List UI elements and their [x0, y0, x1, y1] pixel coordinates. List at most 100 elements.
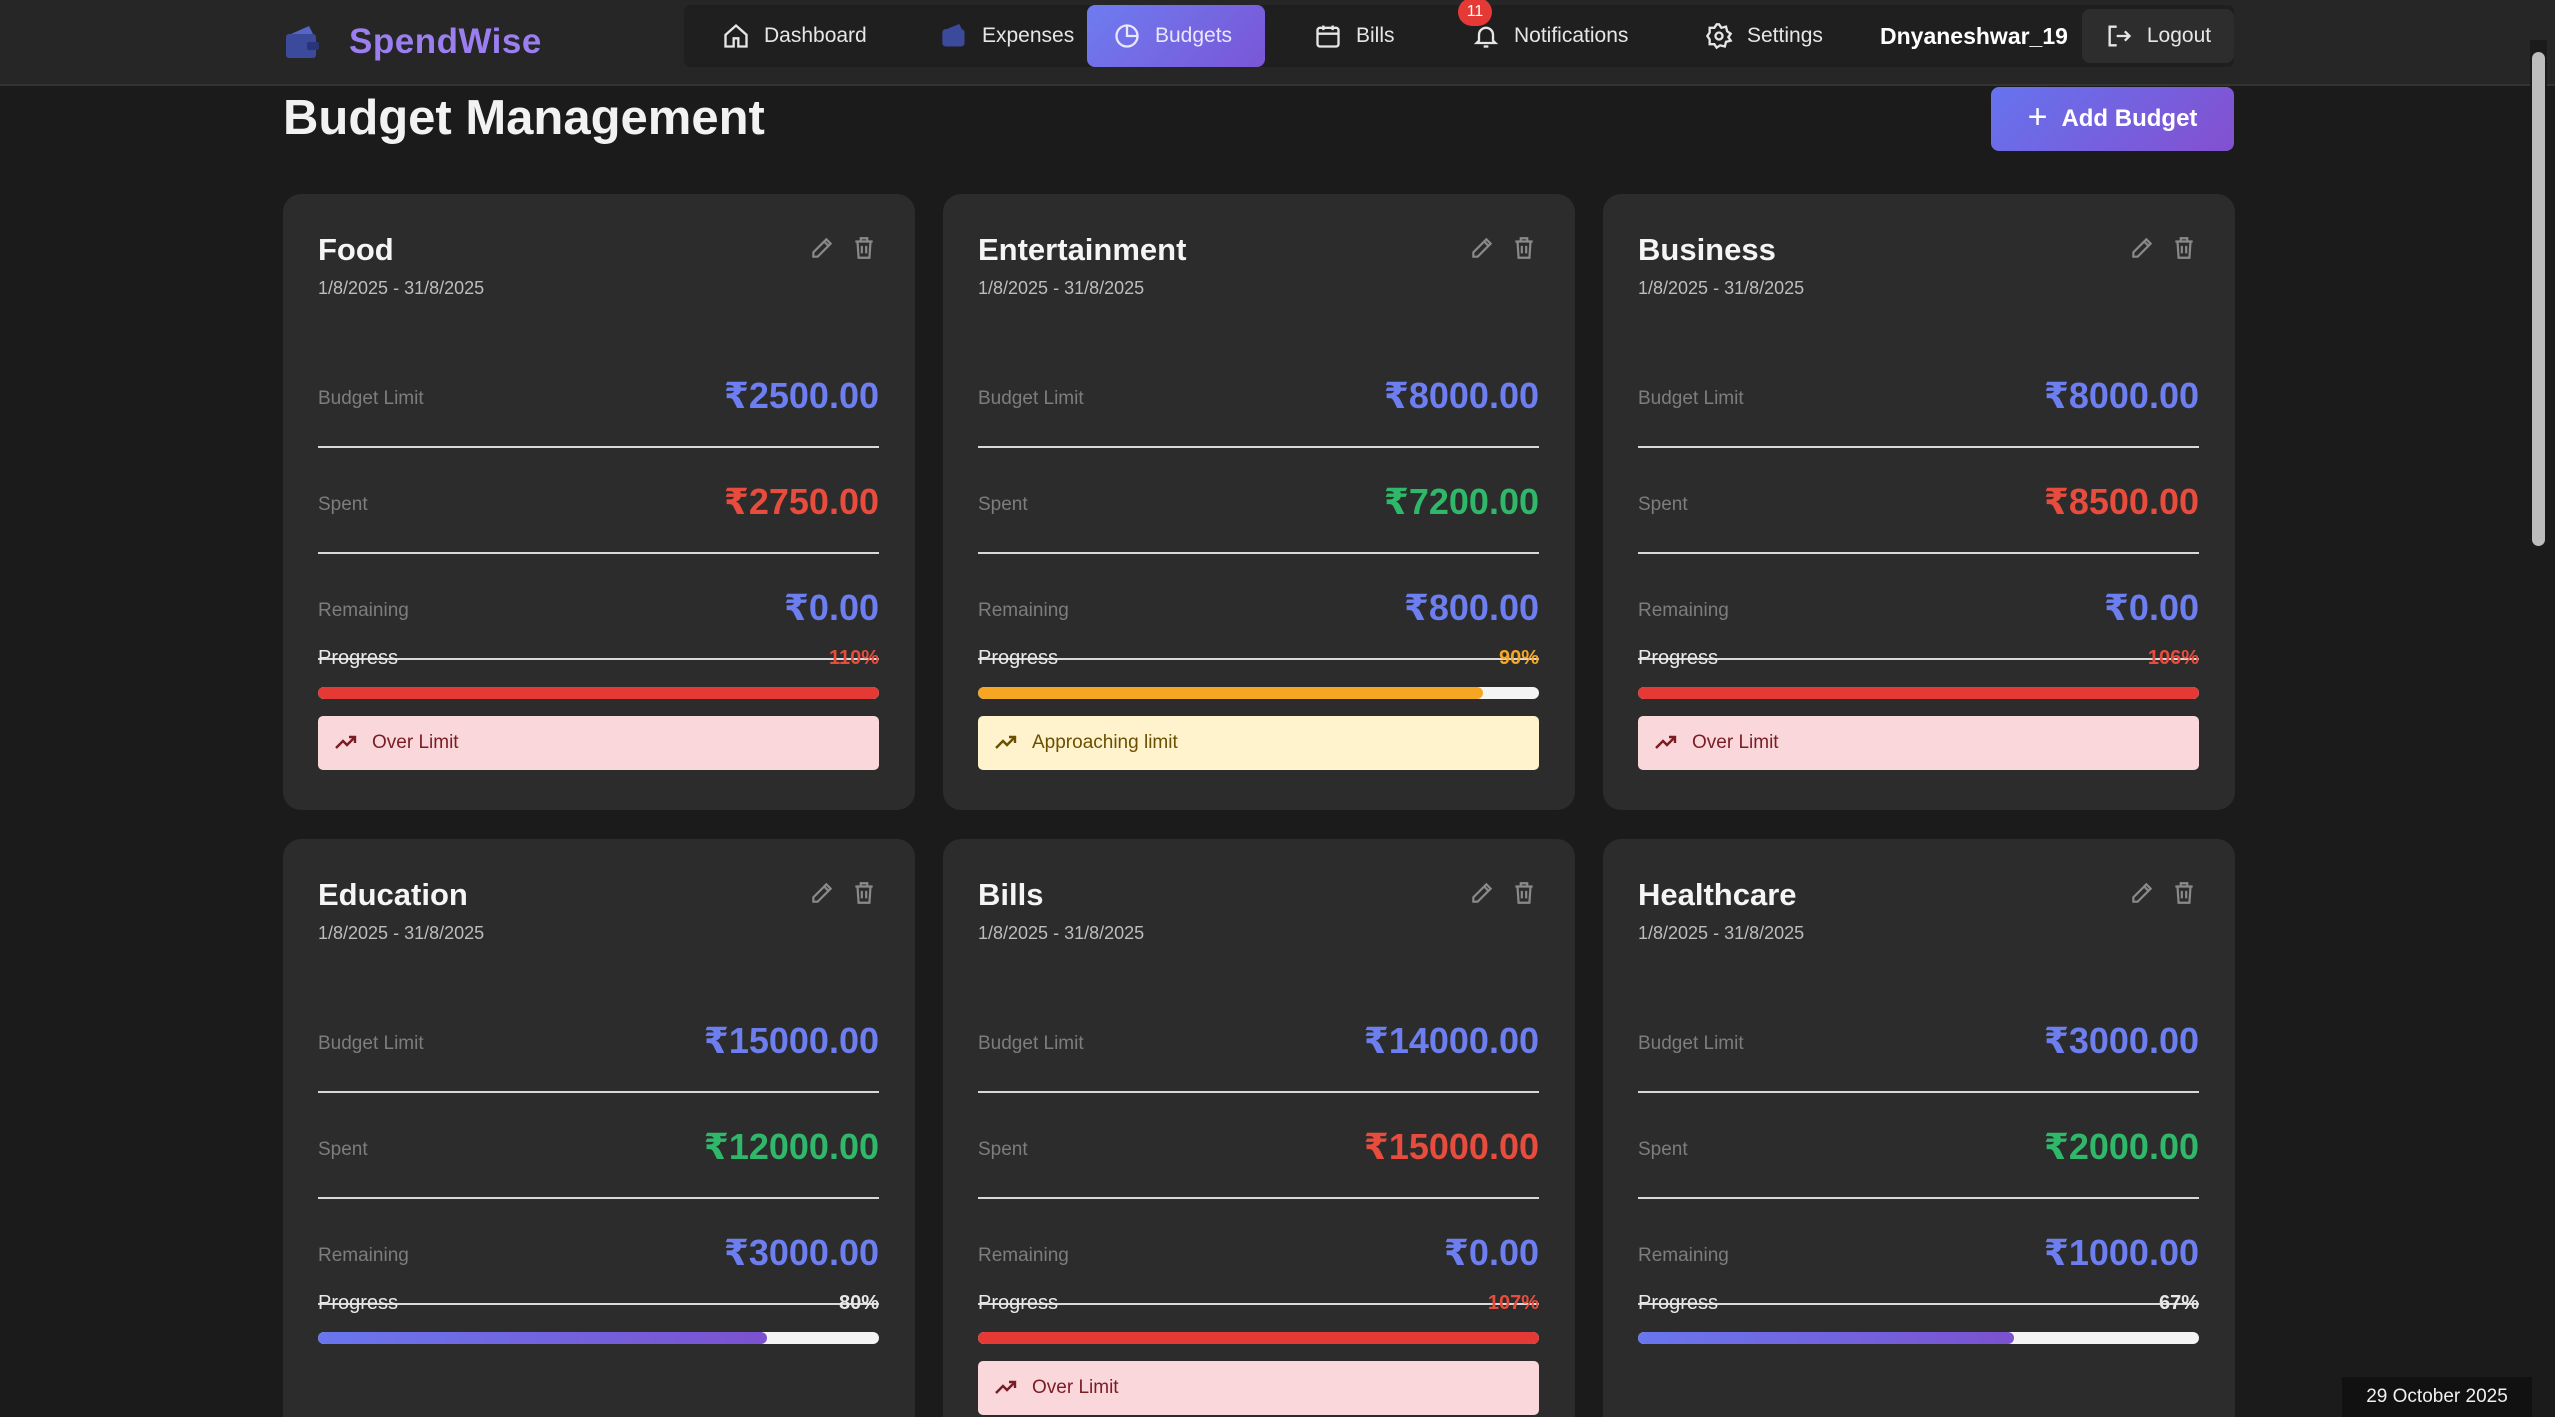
budget-limit-value: ₹8000.00 — [2043, 375, 2199, 416]
edit-icon[interactable] — [809, 235, 835, 261]
progress-bar — [318, 1332, 879, 1344]
budget-card: Education 1/8/2025 - 31/8/2025 Budget Li… — [283, 839, 915, 1417]
progress-bar — [978, 687, 1539, 699]
budget-limit-label: Budget Limit — [318, 388, 424, 409]
budget-date-range: 1/8/2025 - 31/8/2025 — [318, 923, 485, 943]
edit-icon[interactable] — [2129, 880, 2155, 906]
progress-bar-fill — [978, 1332, 1539, 1344]
remaining-row: Remaining ₹3000.00 — [318, 1199, 879, 1305]
progress-bar-fill — [318, 1332, 767, 1344]
page-title: Budget Management — [283, 91, 765, 145]
spent-value: ₹2750.00 — [723, 481, 879, 522]
spent-label: Spent — [1638, 494, 1688, 515]
budget-limit-label: Budget Limit — [1638, 1033, 1744, 1054]
spent-row: Spent ₹12000.00 — [318, 1093, 879, 1199]
progress-percent: 90% — [1498, 647, 1539, 669]
progress-bar-fill — [978, 687, 1483, 699]
edit-icon[interactable] — [1469, 880, 1495, 906]
app-name: SpendWise — [349, 22, 542, 61]
nav-budgets-label: Budgets — [1155, 24, 1233, 47]
trending-up-icon — [995, 1380, 1017, 1394]
logout-button[interactable]: Logout — [2082, 9, 2234, 63]
nav-expenses[interactable]: Expenses — [914, 5, 1100, 67]
nav-menu: Dashboard Expenses Budgets Bills Notific… — [684, 0, 2234, 67]
progress-bar-fill — [1638, 687, 2199, 699]
add-budget-label: Add Budget — [2061, 105, 2198, 132]
progress-bar — [1638, 687, 2199, 699]
remaining-label: Remaining — [978, 1245, 1069, 1266]
remaining-value: ₹800.00 — [1403, 587, 1539, 628]
status-alert-text: Over Limit — [1032, 1377, 1119, 1398]
trending-up-icon — [995, 735, 1017, 749]
edit-icon[interactable] — [2129, 235, 2155, 261]
budget-card: Food 1/8/2025 - 31/8/2025 Budget Limit ₹… — [283, 194, 915, 810]
edit-icon[interactable] — [1469, 235, 1495, 261]
progress-label: Progress — [978, 1292, 1059, 1314]
status-alert-text: Over Limit — [1692, 732, 1779, 753]
spent-value: ₹12000.00 — [703, 1126, 879, 1167]
budget-card: Bills 1/8/2025 - 31/8/2025 Budget Limit … — [943, 839, 1575, 1417]
budget-limit-row: Budget Limit ₹14000.00 — [978, 987, 1539, 1093]
budget-limit-value: ₹3000.00 — [2043, 1020, 2199, 1061]
card-actions — [2129, 880, 2197, 906]
nav-settings[interactable]: Settings — [1679, 5, 1849, 67]
brand[interactable]: SpendWise — [283, 12, 542, 72]
trash-icon[interactable] — [1511, 880, 1537, 906]
budget-card: Business 1/8/2025 - 31/8/2025 Budget Lim… — [1603, 194, 2235, 810]
progress-label: Progress — [1638, 647, 1719, 669]
remaining-label: Remaining — [1638, 600, 1729, 621]
pie-chart-icon — [1115, 24, 1139, 48]
notification-count-badge: 11 — [1458, 0, 1492, 26]
remaining-label: Remaining — [978, 600, 1069, 621]
progress-bar-fill — [318, 687, 879, 699]
status-alert: Over Limit — [1638, 716, 2199, 770]
remaining-label: Remaining — [318, 600, 409, 621]
scrollbar-thumb[interactable] — [2532, 52, 2545, 546]
remaining-label: Remaining — [318, 1245, 409, 1266]
trash-icon[interactable] — [851, 235, 877, 261]
spent-value: ₹2000.00 — [2043, 1126, 2199, 1167]
card-actions — [809, 235, 877, 261]
trash-icon[interactable] — [1511, 235, 1537, 261]
logout-label: Logout — [2146, 24, 2212, 47]
nav-bills[interactable]: Bills — [1288, 5, 1421, 67]
remaining-row: Remaining ₹0.00 — [1638, 554, 2199, 660]
trash-icon[interactable] — [851, 880, 877, 906]
remaining-row: Remaining ₹0.00 — [318, 554, 879, 660]
status-alert: Over Limit — [978, 1361, 1539, 1415]
remaining-label: Remaining — [1638, 1245, 1729, 1266]
trash-icon[interactable] — [2171, 235, 2197, 261]
budget-limit-label: Budget Limit — [318, 1033, 424, 1054]
budget-date-range: 1/8/2025 - 31/8/2025 — [978, 923, 1145, 943]
budget-limit-label: Budget Limit — [1638, 388, 1744, 409]
logout-icon — [2108, 25, 2132, 47]
trash-icon[interactable] — [2171, 880, 2197, 906]
nav-dashboard[interactable]: Dashboard — [696, 5, 893, 67]
spent-label: Spent — [978, 1139, 1028, 1160]
budget-limit-value: ₹14000.00 — [1363, 1020, 1539, 1061]
nav-settings-label: Settings — [1747, 24, 1823, 47]
progress-percent: 110% — [828, 647, 879, 669]
progress-percent: 80% — [838, 1292, 879, 1314]
nav-expenses-label: Expenses — [982, 24, 1075, 47]
status-alert-text: Approaching limit — [1032, 732, 1178, 753]
progress-label: Progress — [978, 647, 1059, 669]
remaining-row: Remaining ₹800.00 — [978, 554, 1539, 660]
calendar-icon — [1316, 25, 1340, 48]
edit-icon[interactable] — [809, 880, 835, 906]
budget-limit-label: Budget Limit — [978, 388, 1084, 409]
top-navbar: SpendWise Dashboard Expenses Budgets Bil… — [0, 0, 2555, 86]
budget-limit-label: Budget Limit — [978, 1033, 1084, 1054]
plus-icon: + — [2027, 97, 2048, 136]
progress-percent: 106% — [2147, 647, 2199, 669]
nav-budgets[interactable]: Budgets — [1087, 5, 1265, 67]
gear-icon — [1705, 23, 1733, 50]
date-tag: 29 October 2025 — [2342, 1377, 2532, 1417]
trending-up-icon — [1655, 735, 1677, 749]
remaining-row: Remaining ₹0.00 — [978, 1199, 1539, 1305]
add-budget-button[interactable]: + Add Budget — [1991, 87, 2234, 151]
spent-row: Spent ₹8500.00 — [1638, 448, 2199, 554]
home-icon — [724, 23, 748, 48]
remaining-value: ₹3000.00 — [723, 1232, 879, 1273]
budget-limit-row: Budget Limit ₹15000.00 — [318, 987, 879, 1093]
